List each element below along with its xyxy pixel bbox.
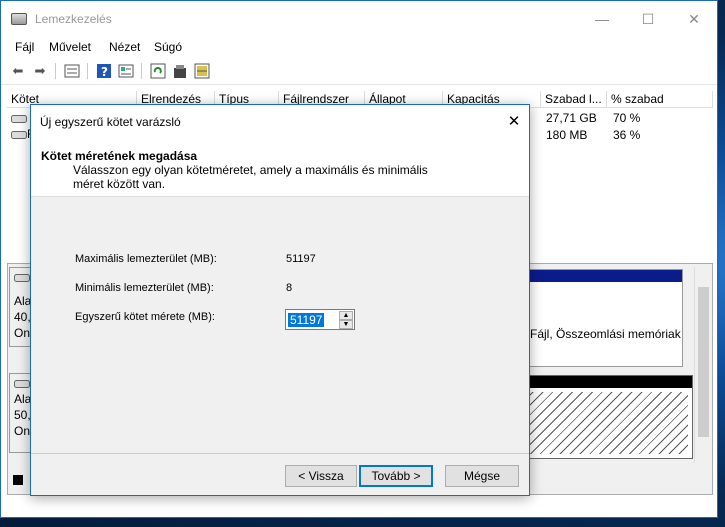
back-icon[interactable]: ⬅ <box>9 62 27 80</box>
disk-type: Ala <box>14 392 32 406</box>
properties-icon[interactable] <box>117 62 135 80</box>
min-space-value: 8 <box>286 282 293 294</box>
volume-size-label: Egyszerű kötet mérete (MB): <box>75 311 215 323</box>
scrollbar-thumb[interactable] <box>698 287 709 437</box>
wizard-subtitle: Válasszon egy olyan kötetméretet, amely … <box>73 163 428 191</box>
toolbar-separator <box>55 63 56 79</box>
spin-down-icon[interactable]: ▼ <box>339 320 353 329</box>
disk-icon <box>14 274 30 282</box>
volume-drive-icon <box>11 128 27 142</box>
vertical-scrollbar[interactable] <box>694 267 711 463</box>
menu-view[interactable]: Nézet <box>109 40 140 54</box>
min-space-label: Minimális lemezterület (MB): <box>75 282 214 294</box>
menu-file[interactable]: Fájl <box>15 40 34 54</box>
dialog-divider <box>31 453 529 454</box>
disk-type: Ala <box>14 294 32 308</box>
window-title: Lemezkezelés <box>35 12 112 26</box>
partition-system[interactable]: Fájl, Összeomlási memóriak <box>523 269 683 367</box>
unallocated-hatch <box>528 392 688 454</box>
dialog-title-bar: Új egyszerű kötet varázsló ✕ <box>31 105 529 137</box>
partition-header-bar <box>524 376 692 388</box>
percent-free-value: 36 % <box>613 128 641 142</box>
max-space-value: 51197 <box>286 253 316 265</box>
list-view-icon[interactable] <box>63 62 81 80</box>
partition-header-bar <box>524 270 682 282</box>
wizard-header: Kötet méretének megadása Válasszon egy o… <box>31 137 529 197</box>
spin-up-icon[interactable]: ▲ <box>339 311 353 320</box>
close-button[interactable]: ✕ <box>671 1 717 37</box>
next-button[interactable]: Tovább > <box>359 465 433 487</box>
column-header-free-space[interactable]: Szabad l... <box>541 91 607 108</box>
svg-text:?: ? <box>101 65 108 79</box>
forward-icon[interactable]: ➡ <box>31 62 49 80</box>
disk-status: On <box>14 326 31 340</box>
partition-unallocated[interactable] <box>523 375 693 459</box>
help-icon[interactable]: ? <box>95 62 113 80</box>
volume-drive-icon <box>11 112 27 126</box>
title-bar: Lemezkezelés — ☐ ✕ <box>1 1 717 37</box>
percent-free-value: 70 % <box>613 111 641 125</box>
toolbar: ⬅ ➡ ? <box>1 59 717 85</box>
settings-icon[interactable] <box>171 62 189 80</box>
refresh-icon[interactable] <box>149 62 167 80</box>
rescan-icon[interactable] <box>193 62 211 80</box>
dialog-title: Új egyszerű kötet varázsló <box>40 115 181 129</box>
back-button[interactable]: < Vissza <box>285 465 357 487</box>
legend-unallocated-swatch <box>13 475 23 485</box>
disk-icon <box>14 380 30 388</box>
column-header-percent-free[interactable]: % szabad <box>607 91 713 108</box>
minimize-button[interactable]: — <box>579 1 625 37</box>
dialog-close-button[interactable]: ✕ <box>499 105 529 137</box>
wizard-body <box>31 197 529 453</box>
toolbar-separator <box>87 63 88 79</box>
volume-size-input[interactable]: 51197 <box>288 313 325 327</box>
new-simple-volume-wizard: Új egyszerű kötet varázsló ✕ Kötet méret… <box>30 104 530 496</box>
free-space-value: 180 MB <box>546 128 588 142</box>
wizard-heading: Kötet méretének megadása <box>41 149 198 163</box>
disk-size: 40, <box>14 310 31 324</box>
maximize-button[interactable]: ☐ <box>625 1 671 37</box>
menu-bar: Fájl Művelet Nézet Súgó <box>1 37 717 57</box>
toolbar-separator <box>141 63 142 79</box>
menu-help[interactable]: Súgó <box>154 40 182 54</box>
max-space-label: Maximális lemezterület (MB): <box>75 253 217 265</box>
volume-size-stepper[interactable]: 51197 ▲ ▼ <box>285 309 355 330</box>
disk-status: On <box>14 424 31 438</box>
cancel-button[interactable]: Mégse <box>445 465 519 487</box>
disk-management-icon <box>11 13 27 25</box>
menu-action[interactable]: Művelet <box>49 40 91 54</box>
partition-description: Fájl, Összeomlási memóriak <box>530 327 681 341</box>
free-space-value: 27,71 GB <box>546 111 597 125</box>
disk-size: 50, <box>14 408 31 422</box>
